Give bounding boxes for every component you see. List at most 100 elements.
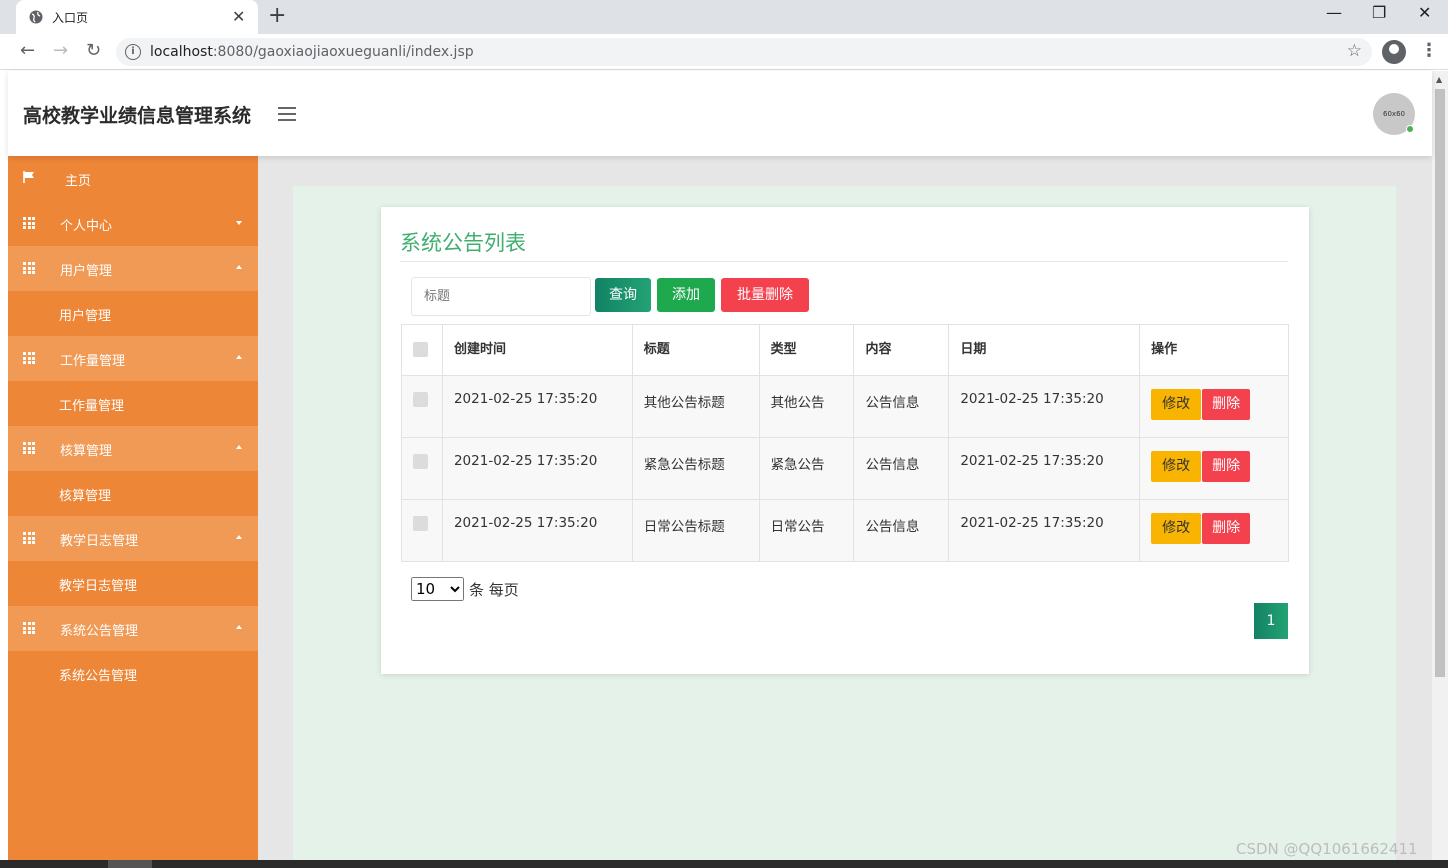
bookmark-star-icon[interactable]: ☆ (1347, 41, 1362, 61)
sidebar-item-user-management[interactable]: 用户管理 (8, 246, 258, 291)
sidebar-subitem-accounting-management[interactable]: 核算管理 (8, 471, 258, 516)
created-time-cell: 2021-02-25 17:35:20 (441, 437, 633, 500)
back-icon[interactable]: ← (20, 40, 35, 61)
content-cell: 公告信息 (853, 499, 950, 562)
online-status-dot (1406, 125, 1414, 133)
table-row: 2021-02-25 17:35:20 其他公告标题 其他公告 公告信息 202… (401, 375, 1289, 438)
caret-down-icon (236, 221, 242, 225)
delete-button[interactable]: 删除 (1202, 513, 1251, 544)
grid-icon (23, 442, 35, 454)
column-header: 日期 (948, 324, 1141, 376)
grid-icon (23, 532, 35, 544)
profile-icon[interactable] (1382, 40, 1406, 64)
browser-tab[interactable]: 入口页 ✕ (16, 0, 258, 34)
close-tab-icon[interactable]: ✕ (232, 7, 245, 26)
sidebar-subitem-teaching-log-management[interactable]: 教学日志管理 (8, 561, 258, 606)
scroll-up-icon[interactable]: ▲ (1436, 75, 1442, 84)
date-cell: 2021-02-25 17:35:20 (948, 375, 1141, 438)
tab-title: 入口页 (52, 11, 89, 25)
table-header-row: 创建时间 标题 类型 内容 日期 操作 (401, 324, 1289, 376)
row-checkbox[interactable] (413, 515, 428, 531)
select-all-cell (401, 324, 443, 376)
row-select-cell (401, 437, 443, 500)
title-cell: 其他公告标题 (631, 375, 760, 438)
query-button[interactable]: 查询 (595, 278, 651, 312)
grid-icon (23, 622, 35, 634)
sidebar-item-personal-center[interactable]: 个人中心 (8, 201, 258, 246)
sidebar-item-accounting-management[interactable]: 核算管理 (8, 426, 258, 471)
caret-up-icon (236, 535, 242, 539)
actions-cell: 修改 删除 (1139, 375, 1289, 438)
grid-icon (23, 262, 35, 274)
window-close-icon[interactable]: ✕ (1418, 3, 1431, 22)
column-header: 类型 (758, 324, 855, 376)
taskbar-active-item[interactable] (108, 860, 152, 868)
add-button[interactable]: 添加 (657, 278, 715, 312)
sidebar-item-label: 核算管理 (60, 444, 113, 459)
sidebar-item-label: 核算管理 (59, 489, 112, 504)
new-tab-button[interactable]: + (268, 3, 286, 28)
sidebar-item-label: 系统公告管理 (59, 669, 138, 684)
restore-icon[interactable]: ❐ (1372, 3, 1386, 22)
browser-tab-strip: 入口页 ✕ + — ❐ ✕ (0, 0, 1448, 34)
forward-icon[interactable]: → (53, 40, 68, 61)
table-row: 2021-02-25 17:35:20 紧急公告标题 紧急公告 公告信息 202… (401, 437, 1289, 500)
page-scrollbar[interactable]: ▲ (1432, 71, 1448, 861)
url-text[interactable]: localhost:8080/gaoxiaojiaoxueguanli/inde… (150, 44, 474, 60)
omnibox[interactable]: i localhost:8080/gaoxiaojiaoxueguanli/in… (116, 38, 1372, 66)
sidebar-item-label: 个人中心 (60, 219, 113, 234)
edit-button[interactable]: 修改 (1151, 451, 1202, 482)
sidebar-subitem-workload-management[interactable]: 工作量管理 (8, 381, 258, 426)
caret-up-icon (236, 445, 242, 449)
page-number-button[interactable]: 1 (1254, 603, 1288, 639)
scrollbar-thumb[interactable] (1435, 89, 1445, 677)
sidebar-item-label: 工作量管理 (60, 354, 126, 369)
sidebar-subitem-announcement-management[interactable]: 系统公告管理 (8, 651, 258, 696)
table-row: 2021-02-25 17:35:20 日常公告标题 日常公告 公告信息 202… (401, 499, 1289, 562)
caret-up-icon (236, 265, 242, 269)
page-size-select[interactable]: 10 (411, 577, 464, 601)
site-info-icon[interactable]: i (125, 44, 141, 60)
title-cell: 日常公告标题 (631, 499, 760, 562)
type-cell: 其他公告 (758, 375, 855, 438)
sidebar-item-label: 用户管理 (59, 309, 112, 324)
created-time-cell: 2021-02-25 17:35:20 (441, 375, 633, 438)
actions-cell: 修改 删除 (1139, 499, 1289, 562)
page-title: 系统公告列表 (400, 231, 526, 255)
column-header: 标题 (631, 324, 760, 376)
column-header: 操作 (1139, 324, 1289, 376)
watermark: CSDN @QQ1061662411 (1236, 840, 1418, 858)
edit-button[interactable]: 修改 (1151, 513, 1202, 544)
sidebar-item-announcement-management[interactable]: 系统公告管理 (8, 606, 258, 651)
sidebar-subitem-user-management[interactable]: 用户管理 (8, 291, 258, 336)
sidebar-item-label: 主页 (65, 174, 92, 189)
hamburger-menu-icon[interactable] (278, 107, 296, 121)
delete-button[interactable]: 删除 (1202, 451, 1251, 482)
row-select-cell (401, 375, 443, 438)
minimize-icon[interactable]: — (1326, 3, 1342, 22)
title-search-input[interactable] (411, 277, 591, 316)
announcement-table: 创建时间 标题 类型 内容 日期 操作 2021-02-25 17:35:20 … (401, 324, 1289, 562)
address-bar: ← → ↻ i localhost:8080/gaoxiaojiaoxuegua… (0, 34, 1448, 70)
title-cell: 紧急公告标题 (631, 437, 760, 500)
delete-button[interactable]: 删除 (1202, 389, 1251, 420)
row-checkbox[interactable] (413, 453, 428, 469)
globe-icon (29, 10, 43, 24)
batch-delete-button[interactable]: 批量删除 (721, 278, 809, 312)
row-checkbox[interactable] (413, 391, 428, 407)
reload-icon[interactable]: ↻ (86, 40, 101, 61)
avatar[interactable]: 60x60 (1373, 93, 1415, 135)
caret-up-icon (236, 355, 242, 359)
taskbar (0, 860, 1448, 868)
flag-icon (23, 171, 34, 183)
sidebar-item-workload-management[interactable]: 工作量管理 (8, 336, 258, 381)
grid-icon (23, 352, 35, 364)
select-all-checkbox[interactable] (413, 342, 428, 357)
page-size-label: 条 每页 (469, 581, 519, 599)
sidebar-item-home[interactable]: 主页 (8, 156, 258, 201)
sidebar-item-teaching-log-management[interactable]: 教学日志管理 (8, 516, 258, 561)
edit-button[interactable]: 修改 (1151, 389, 1202, 420)
browser-menu-icon[interactable]: ⋮ (1420, 40, 1438, 61)
sidebar-item-label: 教学日志管理 (60, 534, 139, 549)
row-select-cell (401, 499, 443, 562)
